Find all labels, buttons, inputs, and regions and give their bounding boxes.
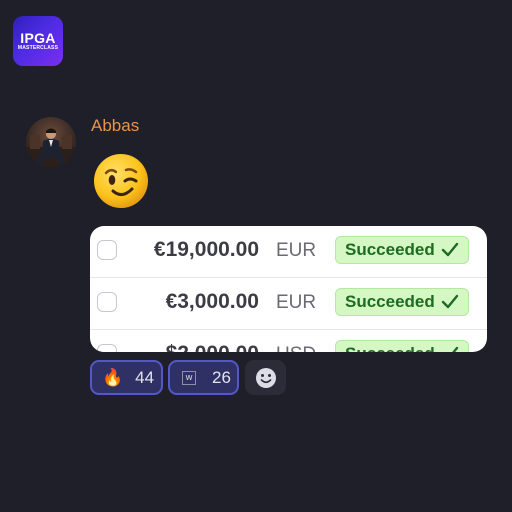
status-label: Succeeded xyxy=(345,240,435,259)
reaction-count: 26 xyxy=(212,367,231,387)
payment-amount: €19,000.00 xyxy=(153,238,259,261)
server-name: IPGA xyxy=(20,29,56,46)
checkmark-icon xyxy=(441,294,458,309)
reaction-fire[interactable]: 🔥 44 xyxy=(90,360,163,395)
payment-currency: EUR xyxy=(276,240,317,261)
status-badge: Succeeded xyxy=(335,340,469,352)
message-author[interactable]: Abbas xyxy=(91,116,139,136)
status-badge: Succeeded xyxy=(335,236,469,264)
payment-currency: EUR xyxy=(276,292,317,313)
row-checkbox xyxy=(97,292,117,312)
smiley-icon xyxy=(255,367,276,388)
status-badge: Succeeded xyxy=(335,288,469,316)
custom-emoji-icon: w xyxy=(182,370,196,385)
row-checkbox xyxy=(97,344,117,352)
avatar[interactable] xyxy=(26,117,76,167)
payment-row: €3,000.00 EUR Succeeded xyxy=(90,278,487,330)
payment-row: €19,000.00 EUR Succeeded xyxy=(90,226,487,278)
add-reaction-button[interactable] xyxy=(245,360,286,395)
image-attachment[interactable]: €19,000.00 EUR Succeeded €3,000.00 EUR S… xyxy=(90,226,487,352)
status-label: Succeeded xyxy=(345,292,435,311)
payment-currency: USD xyxy=(276,344,316,352)
server-subtitle: MASTERCLASS xyxy=(17,44,59,51)
payment-row: $2,000.00 USD Succeeded xyxy=(90,330,487,352)
payment-amount: €3,000.00 xyxy=(165,290,259,313)
avatar-photo xyxy=(26,128,76,167)
payment-amount: $2,000.00 xyxy=(166,342,259,352)
server-icon[interactable]: IPGA MASTERCLASS xyxy=(13,16,63,66)
reaction-count: 44 xyxy=(135,367,155,387)
status-label: Succeeded xyxy=(345,344,435,352)
checkmark-icon xyxy=(441,242,458,257)
row-checkbox xyxy=(97,240,117,260)
fire-icon: 🔥 xyxy=(102,368,124,387)
winking-face-emoji xyxy=(92,152,150,210)
checkmark-icon xyxy=(451,346,458,352)
reaction-custom-w[interactable]: w 26 xyxy=(168,360,239,395)
